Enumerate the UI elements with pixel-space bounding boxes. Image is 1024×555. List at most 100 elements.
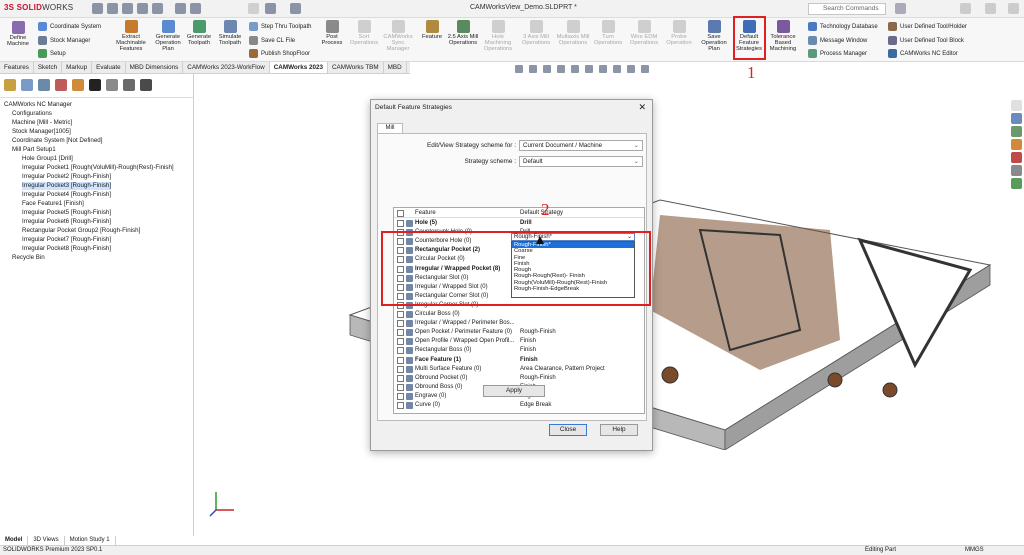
setup-button[interactable]: Setup	[38, 49, 66, 58]
table-row[interactable]: Hole (5) Drill	[394, 219, 644, 228]
tree-item[interactable]: Rectangular Pocket Group2 [Rough-Finish]	[22, 227, 140, 235]
apply-button[interactable]: Apply	[483, 385, 545, 397]
strategy-value[interactable]: Drill	[520, 219, 532, 228]
sync-manager-button[interactable]: CAMWorks Sync Manager	[380, 20, 416, 53]
table-row[interactable]: Curve (0) Edge Break	[394, 401, 644, 410]
tree-item[interactable]: Irregular Pocket5 [Rough-Finish]	[22, 209, 111, 217]
tree-item[interactable]: Irregular Pocket2 [Rough-Finish]	[22, 173, 111, 181]
message-window-button[interactable]: Message Window	[808, 36, 867, 45]
table-row[interactable]: Face Feature (1) Finish	[394, 356, 644, 365]
camworks-operation-tree-icon[interactable]	[123, 79, 135, 91]
row-checkbox[interactable]	[397, 356, 404, 364]
options-gear-icon[interactable]	[290, 3, 301, 14]
tab-markup[interactable]: Markup	[62, 62, 93, 73]
tab-features[interactable]: Features	[0, 62, 34, 73]
multiaxis-mill-operations-button[interactable]: Multiaxis Mill Operations	[556, 20, 590, 46]
simulate-toolpath-button[interactable]: Simulate Toolpath	[214, 20, 246, 46]
scene-icon[interactable]	[627, 65, 635, 73]
tree-item[interactable]: Face Feature1 [Finish]	[22, 200, 84, 208]
table-row[interactable]: Multi Surface Feature (0) Area Clearance,…	[394, 365, 644, 374]
hide-show-icon[interactable]	[599, 65, 607, 73]
appearances-icon[interactable]	[1011, 152, 1022, 163]
tab-mbd-dimensions[interactable]: MBD Dimensions	[126, 62, 184, 73]
dialog-close-icon[interactable]: ✕	[638, 102, 646, 113]
strategy-value[interactable]: Finish	[520, 346, 536, 355]
solidworks-logo[interactable]: 3S SOLIDWORKS	[4, 3, 73, 12]
view-settings-icon[interactable]	[641, 65, 649, 73]
generate-toolpath-button[interactable]: Generate Toolpath	[184, 20, 214, 46]
coordinate-system-button[interactable]: Coordinate System	[38, 22, 101, 31]
section-view-icon[interactable]	[557, 65, 565, 73]
process-manager-button[interactable]: Process Manager	[808, 49, 867, 58]
help-button[interactable]: Help	[600, 424, 638, 436]
probe-operation-button[interactable]: Probe Operation	[662, 20, 696, 46]
technology-database-button[interactable]: Technology Database	[808, 22, 878, 31]
table-row[interactable]: Open Pocket / Perimeter Feature (0) Rough…	[394, 328, 644, 337]
configuration-manager-icon[interactable]	[38, 79, 50, 91]
home-icon[interactable]	[1011, 100, 1022, 111]
solidworks-forum-icon[interactable]	[1011, 178, 1022, 189]
tree-item[interactable]: Irregular Pocket4 [Rough-Finish]	[22, 191, 111, 199]
table-row[interactable]: Circular Boss (0)	[394, 310, 644, 319]
row-checkbox[interactable]	[397, 402, 404, 409]
post-process-button[interactable]: Post Process	[318, 20, 346, 46]
select-arrow-icon[interactable]	[248, 3, 259, 14]
file-explorer-icon[interactable]	[1011, 139, 1022, 150]
tab-mbd[interactable]: MBD	[384, 62, 407, 73]
display-style-icon[interactable]	[585, 65, 593, 73]
table-row[interactable]: Open Profile / Wrapped Open Profil... Fin…	[394, 337, 644, 346]
dimxpert-icon[interactable]	[55, 79, 67, 91]
tab-3d-views[interactable]: 3D Views	[28, 536, 65, 545]
cam-tab-icon[interactable]	[89, 79, 101, 91]
tree-item[interactable]: Stock Manager[1005]	[12, 128, 71, 136]
scheme-for-select[interactable]: Current Document / Machine ⌄	[519, 140, 643, 151]
row-checkbox[interactable]	[397, 311, 404, 318]
row-checkbox[interactable]	[397, 365, 404, 373]
strategy-value[interactable]: Finish	[520, 337, 536, 346]
camworks-nc-editor-button[interactable]: CAMWorks NC Editor	[888, 49, 958, 58]
publish-shopfloor-button[interactable]: Publish ShopFloor	[249, 49, 310, 58]
home-icon[interactable]	[92, 3, 103, 14]
user-defined-tool-block-button[interactable]: User Defined Tool Block	[888, 36, 964, 45]
tree-item[interactable]: Configurations	[12, 110, 52, 118]
row-checkbox[interactable]	[397, 392, 404, 400]
close-button[interactable]: Close	[549, 424, 587, 436]
tree-item[interactable]: Recycle Bin	[12, 254, 45, 262]
row-checkbox[interactable]	[397, 383, 404, 391]
tab-sketch[interactable]: Sketch	[34, 62, 63, 73]
rebuild-icon[interactable]	[265, 3, 276, 14]
extract-features-button[interactable]: Extract Machinable Features	[112, 20, 150, 53]
search-commands-input[interactable]: Search Commands	[808, 3, 886, 15]
tab-evaluate[interactable]: Evaluate	[92, 62, 126, 73]
table-row[interactable]: Rectangular Boss (0) Finish	[394, 346, 644, 355]
help-icon[interactable]	[895, 3, 906, 14]
turn-operations-button[interactable]: Turn Operations	[590, 20, 626, 46]
feature-manager-icon[interactable]	[4, 79, 16, 91]
appearance-icon[interactable]	[613, 65, 621, 73]
save-cl-file-button[interactable]: Save CL File	[249, 36, 295, 45]
camworks-feature-tree-icon[interactable]	[106, 79, 118, 91]
row-checkbox[interactable]	[397, 374, 404, 382]
select-all-checkbox[interactable]	[397, 210, 404, 217]
strategy-value[interactable]: Area Clearance, Pattern Project	[520, 365, 605, 374]
feature-button[interactable]: Feature	[418, 20, 446, 40]
view-orientation-icon[interactable]	[571, 65, 579, 73]
tree-item[interactable]: Mill Part Setup1	[12, 146, 56, 154]
design-library-icon[interactable]	[1011, 126, 1022, 137]
user-defined-tool-holder-button[interactable]: User Defined Tool/Holder	[888, 22, 967, 31]
tree-item[interactable]: Irregular Pocket1 [Rough(VoluMill)-Rough…	[22, 164, 174, 172]
tab-mill[interactable]: Mill	[377, 123, 403, 133]
stock-manager-button[interactable]: Stock Manager	[38, 36, 90, 45]
minimize-icon[interactable]	[960, 3, 971, 14]
tree-item[interactable]: Hole Group1 [Drill]	[22, 155, 73, 163]
tab-camworks-tbm[interactable]: CAMWorks TBM	[328, 62, 384, 73]
save-operation-plan-button[interactable]: Save Operation Plan	[698, 20, 730, 53]
tab-model[interactable]: Model	[0, 536, 29, 545]
close-window-icon[interactable]	[1008, 3, 1019, 14]
strategy-value[interactable]: Edge Break	[520, 401, 551, 410]
tree-item[interactable]: Irregular Pocket6 [Rough-Finish]	[22, 218, 111, 226]
tree-item[interactable]: Coordinate System [Not Defined]	[12, 137, 102, 145]
row-checkbox[interactable]	[397, 347, 404, 355]
display-manager-icon[interactable]	[72, 79, 84, 91]
scheme-select[interactable]: Default ⌄	[519, 156, 643, 167]
